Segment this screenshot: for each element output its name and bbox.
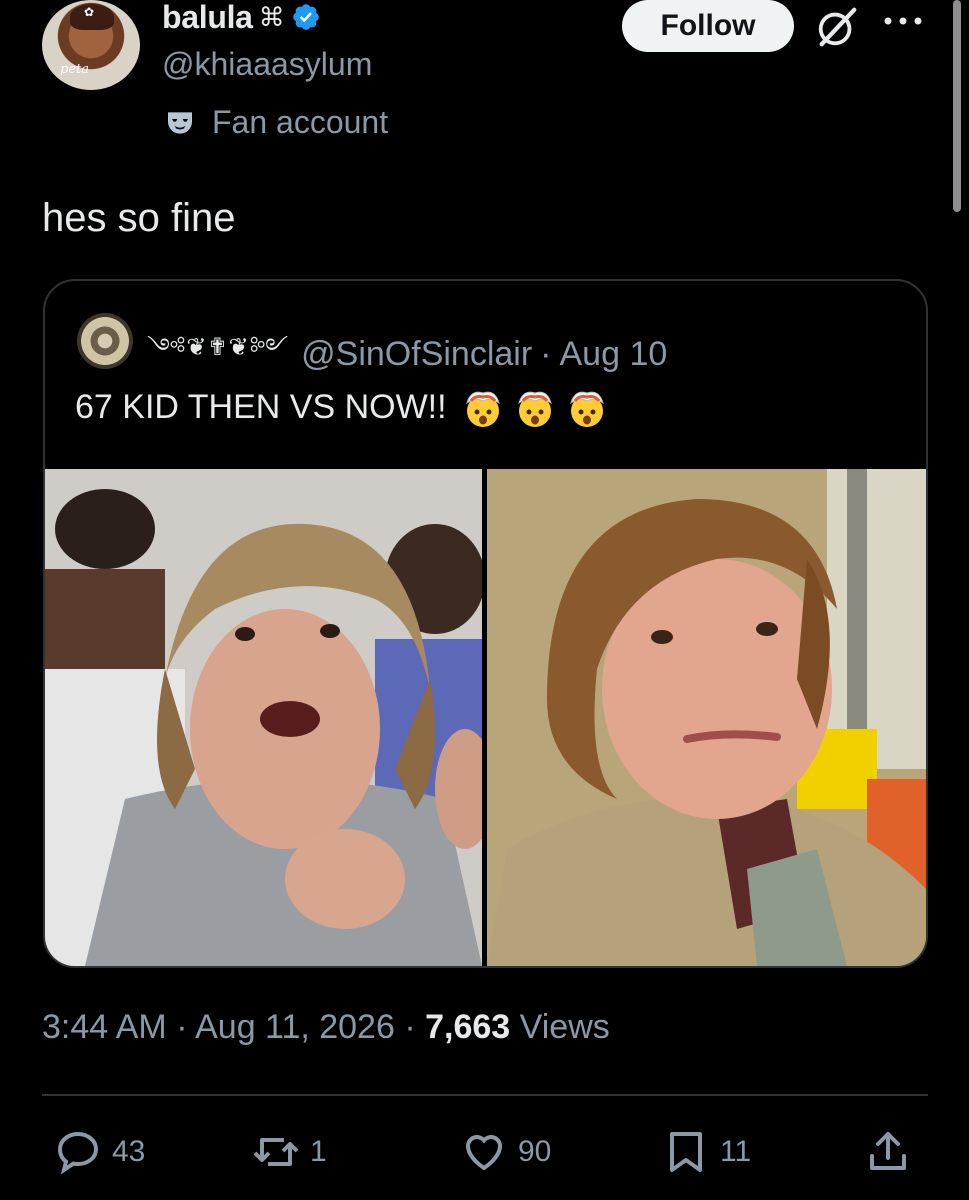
more-dots-icon[interactable] [878, 6, 928, 36]
quoted-user-display-name[interactable]: ༺❦✟❦༻ [147, 321, 289, 388]
exploding-head-emoji-icon [569, 391, 604, 427]
quoted-separator: · [540, 335, 552, 373]
grok-icon[interactable] [814, 4, 860, 50]
scrollbar[interactable] [953, 0, 961, 212]
avatar-flower: ✿ [84, 5, 95, 19]
tweet-text: hes so fine [42, 196, 236, 240]
heart-icon [465, 1135, 503, 1171]
quoted-tweet-media [45, 469, 926, 966]
reply-icon [57, 1131, 99, 1175]
tweet-meta: 3:44 AM · Aug 11, 2026 · 7,663 Views [42, 1008, 610, 1047]
quoted-tweet-text-row: 67 KID THEN VS NOW!! [75, 385, 609, 429]
user-name-row[interactable]: balula ⌘ [162, 0, 321, 36]
exploding-head-emoji-icon [465, 391, 500, 427]
like-count: 90 [518, 1135, 552, 1168]
reply-count: 43 [112, 1135, 146, 1168]
fan-account-label-text: Fan account [212, 104, 389, 140]
follow-button[interactable]: Follow [622, 0, 794, 52]
tweet-timestamp[interactable]: 3:44 AM [42, 1008, 167, 1046]
tweet-date[interactable]: Aug 11, 2026 [195, 1008, 395, 1046]
quoted-user-avatar[interactable] [77, 313, 133, 369]
actions-divider [42, 1094, 928, 1096]
repost-count: 1 [310, 1135, 327, 1168]
photo-then-illustration [45, 469, 482, 966]
bookmark-icon [670, 1132, 702, 1172]
quoted-tweet-text: 67 KID THEN VS NOW!! [75, 387, 447, 426]
photo-now-illustration [487, 469, 926, 966]
meta-separator: · [176, 1008, 196, 1046]
repost-icon [253, 1138, 299, 1166]
bookmark-button[interactable]: 11 [662, 1128, 751, 1176]
share-icon [870, 1132, 906, 1170]
avatar-signature: peta [60, 62, 89, 77]
user-handle[interactable]: @khiaaasylum [162, 46, 372, 83]
repost-button[interactable]: 1 [252, 1128, 327, 1176]
media-photo-then[interactable] [45, 469, 482, 966]
user-name-glyph: ⌘ [258, 1, 285, 32]
like-button[interactable]: 90 [460, 1128, 551, 1176]
fan-account-mask-icon [168, 111, 192, 134]
quoted-tweet-header: ༺❦✟❦༻ @SinOfSinclair · Aug 10 [147, 321, 667, 388]
share-button[interactable] [864, 1128, 922, 1176]
quoted-user-handle[interactable]: @SinOfSinclair [301, 335, 532, 374]
reply-button[interactable]: 43 [54, 1128, 145, 1176]
tweet-views-count[interactable]: 7,663 [425, 1008, 510, 1046]
user-avatar[interactable]: ✿ peta [42, 0, 140, 90]
tweet-views-label: Views [519, 1008, 610, 1046]
fan-account-label: Fan account [164, 104, 388, 141]
quoted-tweet-date[interactable]: Aug 10 [560, 335, 668, 374]
exploding-head-emoji-icon [517, 391, 552, 427]
media-photo-now[interactable] [487, 469, 926, 966]
verified-badge-icon[interactable] [291, 2, 321, 32]
meta-separator: · [404, 1008, 426, 1046]
quoted-tweet-card[interactable]: ༺❦✟❦༻ @SinOfSinclair · Aug 10 67 KID THE… [43, 279, 928, 968]
user-display-name[interactable]: balula [162, 0, 253, 36]
bookmark-count: 11 [720, 1135, 752, 1168]
